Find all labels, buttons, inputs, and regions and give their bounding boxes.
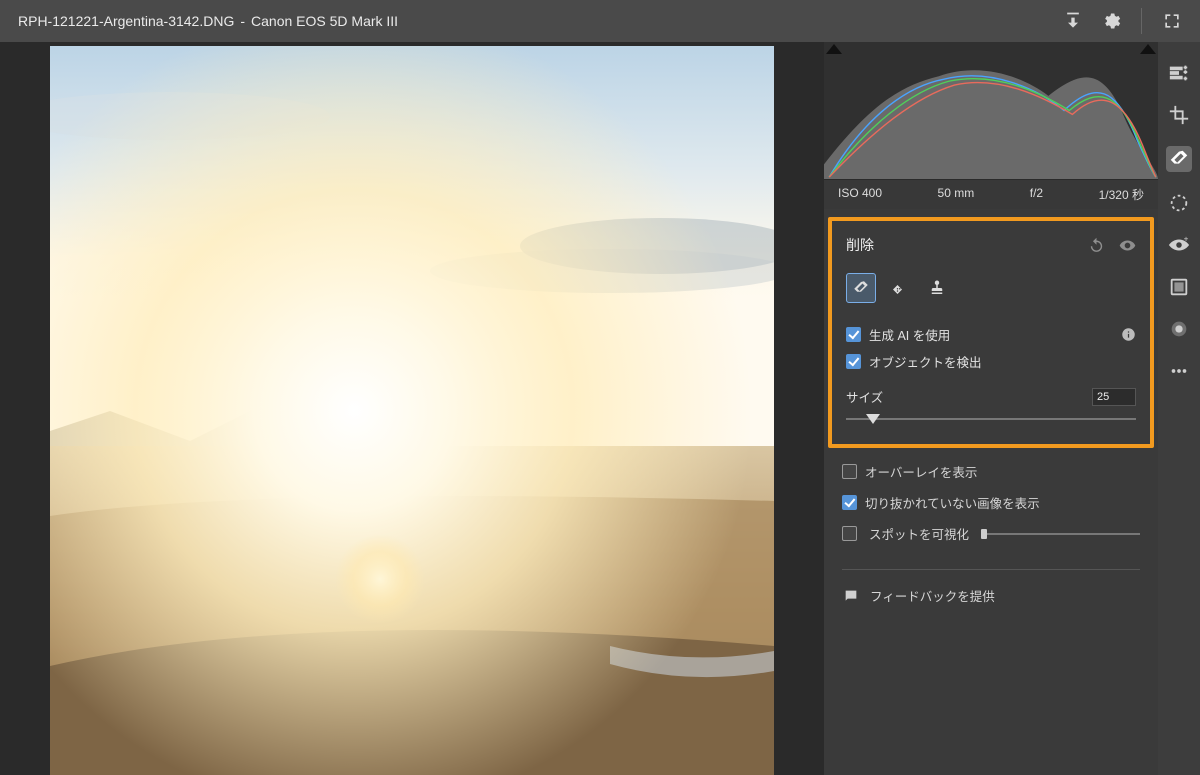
exif-row: ISO 400 50 mm f/2 1/320 秒 [824, 180, 1158, 209]
file-title: RPH-121221-Argentina-3142.DNG - Canon EO… [18, 13, 398, 29]
file-name: RPH-121221-Argentina-3142.DNG [18, 13, 234, 29]
size-value-input[interactable] [1092, 388, 1136, 406]
clone-mode-button[interactable] [922, 273, 952, 303]
visualize-spots-row: スポットを可視化 [842, 524, 1140, 543]
svg-text:+: + [1184, 234, 1189, 243]
remove-panel: 削除 [828, 217, 1154, 448]
histogram[interactable] [824, 42, 1158, 180]
healing-tool-icon[interactable] [1166, 146, 1192, 172]
focal-length: 50 mm [938, 186, 975, 203]
gear-icon[interactable] [1101, 11, 1121, 31]
size-slider-thumb[interactable] [866, 414, 880, 424]
detect-objects-row: オブジェクトを検出 [846, 352, 1136, 371]
shadow-clip-icon[interactable] [826, 44, 842, 54]
camera-model: Canon EOS 5D Mark III [251, 13, 398, 29]
visualize-spots-slider[interactable] [981, 533, 1140, 535]
panel-content: ISO 400 50 mm f/2 1/320 秒 削除 [824, 42, 1158, 775]
bandage-icon [890, 279, 908, 297]
remove-modes [846, 273, 1136, 303]
heal-mode-button[interactable] [884, 273, 914, 303]
shutter-value: 1/320 秒 [1099, 186, 1144, 203]
crop-icon[interactable] [1168, 104, 1190, 126]
eraser-icon [852, 279, 870, 297]
remove-panel-header: 削除 [846, 235, 1136, 255]
fullscreen-icon[interactable] [1162, 11, 1182, 31]
detect-objects-checkbox[interactable] [846, 354, 861, 369]
topbar: RPH-121221-Argentina-3142.DNG - Canon EO… [0, 0, 1200, 42]
canvas-area [0, 42, 824, 775]
show-overlay-label: オーバーレイを表示 [865, 462, 977, 481]
eraser-mode-button[interactable] [846, 273, 876, 303]
info-icon[interactable] [1121, 327, 1136, 342]
export-icon[interactable] [1063, 11, 1083, 31]
image-preview[interactable] [50, 46, 774, 775]
aperture-value: f/2 [1030, 186, 1043, 203]
redeye-icon[interactable]: + [1168, 234, 1190, 256]
visualize-spots-label: スポットを可視化 [869, 524, 969, 543]
workspace: ISO 400 50 mm f/2 1/320 秒 削除 [0, 42, 1200, 775]
size-slider-row: サイズ [846, 387, 1136, 426]
presets-icon[interactable] [1168, 276, 1190, 298]
mask-circle-icon[interactable] [1168, 192, 1190, 214]
show-overlay-row: オーバーレイを表示 [842, 462, 1140, 481]
remove-panel-title: 削除 [846, 235, 874, 255]
show-uncropped-label: 切り抜かれていない画像を表示 [865, 493, 1040, 512]
show-uncropped-row: 切り抜かれていない画像を表示 [842, 493, 1140, 512]
feedback-icon [842, 588, 860, 604]
size-label: サイズ [846, 387, 883, 406]
use-gen-ai-checkbox[interactable] [846, 327, 861, 342]
topbar-divider [1141, 8, 1142, 34]
stamp-icon [928, 279, 946, 297]
lens-blur-icon[interactable] [1168, 318, 1190, 340]
adjust-icon[interactable] [1168, 62, 1190, 84]
right-panel: ISO 400 50 mm f/2 1/320 秒 削除 [824, 42, 1200, 775]
feedback-button[interactable]: フィードバックを提供 [842, 569, 1140, 605]
undo-icon[interactable] [1088, 237, 1105, 254]
visualize-spots-checkbox[interactable] [842, 526, 857, 541]
show-overlay-checkbox[interactable] [842, 464, 857, 479]
visibility-icon[interactable] [1119, 237, 1136, 254]
use-gen-ai-label: 生成 AI を使用 [869, 325, 950, 344]
more-icon[interactable] [1168, 360, 1190, 382]
iso-value: ISO 400 [838, 186, 882, 203]
size-slider[interactable] [846, 412, 1136, 426]
detect-objects-label: オブジェクトを検出 [869, 352, 982, 371]
title-separator: - [240, 13, 245, 29]
tool-strip: + [1158, 42, 1200, 775]
highlight-clip-icon[interactable] [1140, 44, 1156, 54]
display-options: オーバーレイを表示 切り抜かれていない画像を表示 スポットを可視化 [824, 458, 1158, 555]
topbar-actions [1063, 8, 1182, 34]
use-gen-ai-row: 生成 AI を使用 [846, 325, 1136, 344]
feedback-label: フィードバックを提供 [870, 586, 995, 605]
show-uncropped-checkbox[interactable] [842, 495, 857, 510]
